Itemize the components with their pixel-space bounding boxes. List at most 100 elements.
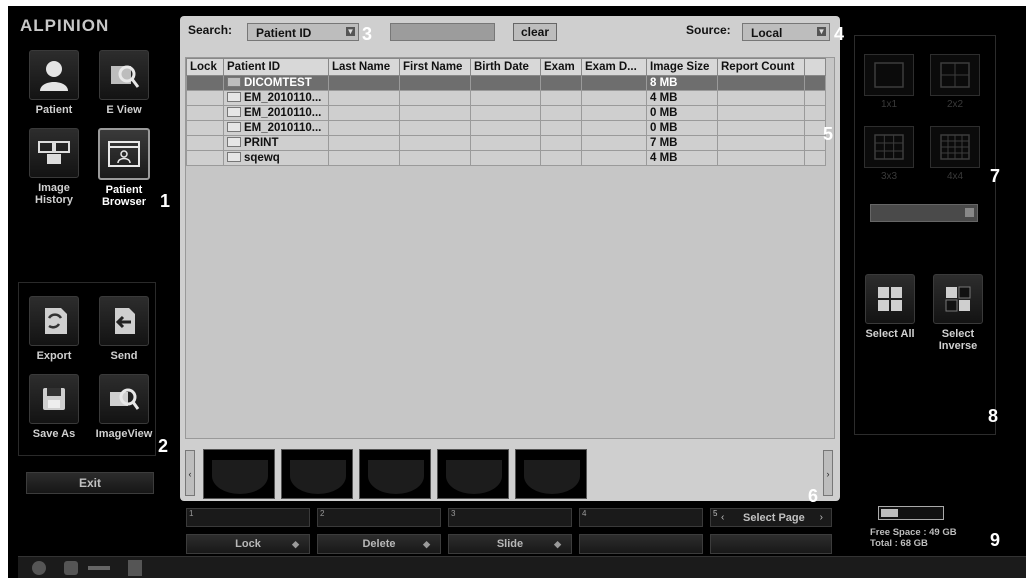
layout-2x2[interactable]: 2x2 <box>930 54 980 110</box>
cell-report-count <box>717 90 805 106</box>
layout-1x1[interactable]: 1x1 <box>864 54 914 110</box>
layout-3x3[interactable]: 3x3 <box>864 126 914 182</box>
col-report-count[interactable]: Report Count <box>717 58 805 76</box>
layout-3x3-icon <box>864 126 914 168</box>
slide-button[interactable]: Slide ◆ <box>448 534 572 554</box>
image-thumbnail[interactable] <box>281 449 353 499</box>
action-imageview[interactable]: ImageView <box>94 374 154 440</box>
action-save-as[interactable]: Save As <box>24 374 84 440</box>
ultrasound-image <box>290 460 346 494</box>
cell-extra <box>804 90 826 106</box>
delete-button[interactable]: Delete ◆ <box>317 534 441 554</box>
cell-image-size: 0 MB <box>646 105 718 121</box>
col-birth-date[interactable]: Birth Date <box>470 58 541 76</box>
cell-exam <box>540 75 582 91</box>
col-first-name[interactable]: First Name <box>399 58 471 76</box>
empty-button-5 <box>710 534 832 554</box>
image-thumbnail[interactable] <box>437 449 509 499</box>
table-row[interactable]: EM_2010110... 4 MB <box>186 90 826 106</box>
col-lock[interactable]: Lock <box>186 58 224 76</box>
search-field-select[interactable]: Patient ID ▼ <box>247 23 359 41</box>
select-page-prev[interactable]: ‹ <box>721 512 724 523</box>
cell-lock <box>186 105 224 121</box>
cell-exam-date <box>581 90 647 106</box>
thumbnail-next-button[interactable]: › <box>823 450 833 496</box>
select-page-control[interactable]: 5 ‹ Select Page › <box>710 508 832 527</box>
search-bar: Search: Patient ID ▼ clear Source: Local… <box>180 16 840 44</box>
search-input[interactable] <box>390 23 495 41</box>
settings-icon[interactable] <box>32 561 46 575</box>
col-exam[interactable]: Exam <box>540 58 582 76</box>
page-slot-3[interactable]: 3 <box>448 508 572 527</box>
nav-image-history-label2: History <box>35 194 73 206</box>
action-export[interactable]: Export <box>24 296 84 362</box>
image-thumbnail[interactable] <box>359 449 431 499</box>
table-row[interactable]: sqewq 4 MB <box>186 150 826 166</box>
indicator-icon: ◆ <box>423 539 430 549</box>
callout-4: 4 <box>834 24 845 44</box>
page-slot-5: 5 <box>713 509 718 518</box>
image-thumbnail[interactable] <box>515 449 587 499</box>
page-slot-4[interactable]: 4 <box>579 508 703 527</box>
table-row[interactable]: DICOMTEST 8 MB <box>186 75 826 91</box>
cell-exam <box>540 90 582 106</box>
action-send[interactable]: Send <box>94 296 154 362</box>
nav-eview[interactable]: E View <box>94 50 154 116</box>
exit-button[interactable]: Exit <box>26 472 154 494</box>
status-taskbar <box>18 556 1026 578</box>
cell-exam <box>540 135 582 151</box>
network-icon[interactable] <box>128 560 142 576</box>
col-patient-id[interactable]: Patient ID <box>223 58 329 76</box>
col-exam-date[interactable]: Exam D... <box>581 58 647 76</box>
cell-image-size: 8 MB <box>646 75 718 91</box>
page-slot-2[interactable]: 2 <box>317 508 441 527</box>
nav-patient[interactable]: Patient <box>24 50 84 116</box>
usb-icon[interactable] <box>88 566 110 570</box>
cell-lock <box>186 75 224 91</box>
select-inverse-label1: Select <box>941 328 975 340</box>
clear-button[interactable]: clear <box>513 23 557 41</box>
cell-last-name <box>328 75 400 91</box>
nav-patient-browser[interactable]: Patient Browser <box>94 128 154 208</box>
select-inverse-button[interactable]: Select Inverse <box>928 274 988 352</box>
layout-select[interactable] <box>870 204 978 222</box>
layout-4x4-icon <box>930 126 980 168</box>
cell-report-count <box>717 135 805 151</box>
cell-exam-date <box>581 120 647 136</box>
cell-report-count <box>717 75 805 91</box>
search-label: Search: <box>188 23 233 37</box>
patient-browser-window: Search: Patient ID ▼ clear Source: Local… <box>180 16 840 506</box>
cell-first-name <box>399 135 471 151</box>
cell-birth-date <box>470 90 541 106</box>
dropdown-arrow-icon <box>965 208 974 217</box>
thumbnail-prev-button[interactable]: ‹ <box>185 450 195 496</box>
table-row[interactable]: EM_2010110... 0 MB <box>186 120 826 136</box>
table-row[interactable]: PRINT 7 MB <box>186 135 826 151</box>
layout-4x4-label: 4x4 <box>946 171 964 182</box>
folder-icon <box>227 152 241 162</box>
page-slot-1[interactable]: 1 <box>186 508 310 527</box>
image-thumbnail[interactable] <box>203 449 275 499</box>
folder-icon <box>227 107 241 117</box>
cell-last-name <box>328 105 400 121</box>
patient-table: Lock Patient ID Last Name First Name Bir… <box>185 57 835 439</box>
select-page-next[interactable]: › <box>820 512 823 523</box>
lock-status-icon[interactable] <box>64 561 78 575</box>
ultrasound-image <box>368 460 424 494</box>
col-last-name[interactable]: Last Name <box>328 58 400 76</box>
nav-image-history[interactable]: Image History <box>24 128 84 206</box>
cell-last-name <box>328 120 400 136</box>
patient-id-text: EM_2010110... <box>244 107 322 119</box>
cell-extra <box>804 75 826 91</box>
layout-2x2-icon <box>930 54 980 96</box>
col-image-size[interactable]: Image Size <box>646 58 718 76</box>
layout-4x4[interactable]: 4x4 <box>930 126 980 182</box>
storage-bar <box>878 506 944 520</box>
table-row[interactable]: EM_2010110... 0 MB <box>186 105 826 121</box>
callout-1: 1 <box>160 191 171 211</box>
source-select[interactable]: Local ▼ <box>742 23 830 41</box>
patient-id-text: DICOMTEST <box>244 77 312 89</box>
cell-patient-id: EM_2010110... <box>223 120 329 136</box>
select-all-button[interactable]: Select All <box>860 274 920 340</box>
lock-button[interactable]: Lock ◆ <box>186 534 310 554</box>
